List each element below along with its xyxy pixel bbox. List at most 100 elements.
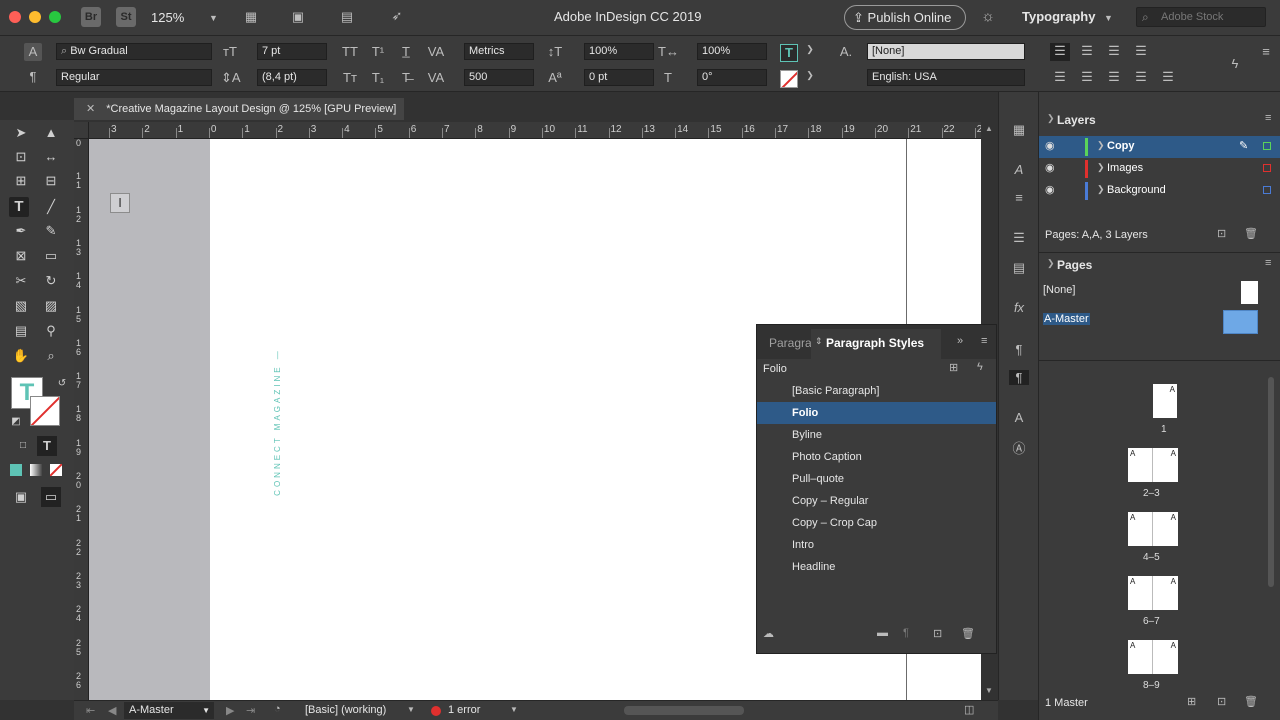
- kerning-field[interactable]: Metrics: [464, 43, 534, 60]
- page-spread-thumb[interactable]: AA: [1128, 640, 1178, 674]
- layers-panel-header[interactable]: ❯ Layers ≡: [1039, 108, 1280, 132]
- glyphs-panel-icon[interactable]: Ⓐ: [1009, 438, 1029, 457]
- visibility-eye-icon[interactable]: ◉: [1045, 139, 1055, 152]
- rectangle-tool-icon[interactable]: ▭: [41, 246, 61, 266]
- line-tool-icon[interactable]: ╱: [41, 197, 61, 217]
- pages-panel-header[interactable]: ❯ Pages ≡: [1039, 252, 1280, 276]
- visibility-eye-icon[interactable]: ◉: [1045, 161, 1055, 174]
- formatting-text-icon[interactable]: T: [37, 436, 57, 456]
- expand-layer-icon[interactable]: ❯: [1097, 184, 1105, 195]
- workspace-dropdown-icon[interactable]: ▼: [1104, 13, 1113, 23]
- superscript-icon[interactable]: T¹: [368, 44, 388, 59]
- layer-selection-square[interactable]: [1263, 142, 1271, 150]
- new-style-icon[interactable]: ⊡: [933, 627, 942, 640]
- justify-all-icon[interactable]: ☰: [1131, 69, 1151, 85]
- align-right-icon[interactable]: ☰: [1104, 43, 1124, 59]
- gradient-feather-tool-icon[interactable]: ▨: [41, 296, 61, 316]
- pen-tool-icon[interactable]: ✒: [11, 221, 31, 241]
- paragraph-style-item[interactable]: Copy – Crop Cap: [757, 512, 996, 534]
- publish-rocket-icon[interactable]: ➶: [386, 8, 408, 24]
- horizontal-ruler[interactable]: 3210123456789101112131415161718192021222: [89, 122, 981, 139]
- direct-selection-tool-icon[interactable]: ▲: [41, 123, 61, 143]
- layers-menu-icon[interactable]: ≡: [1265, 112, 1271, 124]
- zoom-dropdown-icon[interactable]: ▼: [209, 13, 218, 23]
- apply-color-icon[interactable]: [10, 464, 22, 476]
- apply-gradient-icon[interactable]: [30, 464, 42, 476]
- paragraph-style-item[interactable]: Byline: [757, 424, 996, 446]
- expand-layer-icon[interactable]: ❯: [1097, 162, 1105, 173]
- stroke-swatch-icon[interactable]: [30, 396, 60, 426]
- delete-layer-icon[interactable]: 🗑: [1244, 227, 1258, 240]
- delete-page-icon[interactable]: 🗑: [1244, 695, 1258, 708]
- content-collector-icon[interactable]: ⊞: [11, 171, 31, 191]
- first-page-icon[interactable]: ⇤: [86, 704, 95, 717]
- lock-toggle[interactable]: [1065, 139, 1077, 153]
- font-size-field[interactable]: 7 pt: [257, 43, 327, 60]
- page-tool-icon[interactable]: ⊡: [11, 147, 31, 167]
- control-panel-menu-icon[interactable]: ≡: [1258, 44, 1274, 59]
- paragraph-style-item[interactable]: Photo Caption: [757, 446, 996, 468]
- stock-icon[interactable]: St: [116, 7, 136, 27]
- formatting-container-icon[interactable]: □: [13, 436, 33, 456]
- expand-layer-icon[interactable]: ❯: [1097, 140, 1105, 151]
- vertical-scale-field[interactable]: 100%: [584, 43, 654, 60]
- pencil-tool-icon[interactable]: ✎: [41, 221, 61, 241]
- open-page-icon[interactable]: ◔: [274, 703, 281, 715]
- preflight-menu-icon[interactable]: ▼: [510, 705, 518, 714]
- paragraph-mode-icon[interactable]: ¶: [24, 69, 42, 84]
- screen-mode-icon[interactable]: ▣: [287, 9, 309, 25]
- stroke-weight-icon[interactable]: ☰: [1009, 230, 1029, 246]
- previous-page-icon[interactable]: ◀: [108, 704, 116, 717]
- subscript-icon[interactable]: T₁: [368, 70, 388, 85]
- adobe-stock-search[interactable]: ⌕ Adobe Stock: [1136, 7, 1266, 27]
- justify-left-icon[interactable]: ☰: [1050, 69, 1070, 85]
- paragraph-style-item[interactable]: Intro: [757, 534, 996, 556]
- paragraph-tab[interactable]: Paragra: [769, 336, 812, 350]
- language-field[interactable]: English: USA: [867, 69, 1025, 86]
- paragraph-panel-icon[interactable]: ¶: [1009, 342, 1029, 357]
- type-tool-icon[interactable]: T: [9, 197, 29, 217]
- a-master-label[interactable]: A-Master: [1043, 313, 1090, 325]
- close-tab-icon[interactable]: ✕: [86, 103, 95, 115]
- justify-right-icon[interactable]: ☰: [1104, 69, 1124, 85]
- effects-panel-icon[interactable]: fx: [1009, 300, 1029, 315]
- clear-overrides-footer-icon[interactable]: ¶: [903, 627, 909, 639]
- align-left-icon[interactable]: ☰: [1050, 43, 1070, 61]
- lock-toggle[interactable]: [1065, 183, 1077, 197]
- hand-tool-icon[interactable]: ✋: [11, 346, 31, 366]
- content-placer-icon[interactable]: ⊟: [41, 171, 61, 191]
- layer-row[interactable]: ◉ ❯ Copy ✎: [1039, 136, 1280, 158]
- create-style-group-icon[interactable]: ⊞: [949, 361, 958, 374]
- all-caps-icon[interactable]: TT: [340, 44, 360, 59]
- underline-icon[interactable]: T̲: [396, 44, 416, 59]
- lightbulb-icon[interactable]: ☼: [978, 8, 998, 25]
- a-master-thumb[interactable]: [1223, 310, 1258, 334]
- delete-style-icon[interactable]: 🗑: [961, 627, 975, 640]
- layer-selection-square[interactable]: [1263, 164, 1271, 172]
- font-style-field[interactable]: Regular: [56, 69, 212, 86]
- skew-field[interactable]: 0°: [697, 69, 767, 86]
- free-transform-tool-icon[interactable]: ↻: [41, 271, 61, 291]
- default-fill-stroke-icon[interactable]: ◩: [6, 412, 26, 432]
- pages-scroll-thumb[interactable]: [1268, 377, 1274, 587]
- align-center-icon[interactable]: ☰: [1077, 43, 1097, 59]
- horizontal-scale-field[interactable]: 100%: [697, 43, 767, 60]
- page-spread-thumb[interactable]: AA: [1128, 512, 1178, 546]
- baseline-shift-field[interactable]: 0 pt: [584, 69, 654, 86]
- stroke-none-icon[interactable]: [780, 70, 798, 88]
- new-page-icon[interactable]: ⊡: [1217, 695, 1226, 708]
- gap-tool-icon[interactable]: ↔: [41, 147, 61, 167]
- strikethrough-icon[interactable]: T̶: [396, 70, 416, 85]
- vertical-ruler[interactable]: 0 1 1 1 2 1 3 1 4 1 5 1 6 1 7 1 8 1 9 2 0 2 1 2 2 2 3…: [74, 139, 89, 700]
- selection-tool-icon[interactable]: ➤: [11, 123, 31, 143]
- next-page-icon[interactable]: ▶: [226, 704, 234, 717]
- horizontal-scroll-thumb[interactable]: [624, 706, 744, 715]
- normal-view-icon[interactable]: ▣: [11, 487, 31, 507]
- collapse-panel-icon[interactable]: »: [957, 335, 963, 347]
- scroll-down-icon[interactable]: ▼: [985, 686, 993, 695]
- arrange-documents-icon[interactable]: ▤: [336, 9, 358, 25]
- new-layer-icon[interactable]: ⊡: [1217, 227, 1226, 240]
- quick-apply-icon[interactable]: ϟ: [1226, 56, 1244, 71]
- screen-mode-tool-icon[interactable]: ▭: [41, 487, 61, 507]
- fill-color-icon[interactable]: T: [780, 44, 798, 62]
